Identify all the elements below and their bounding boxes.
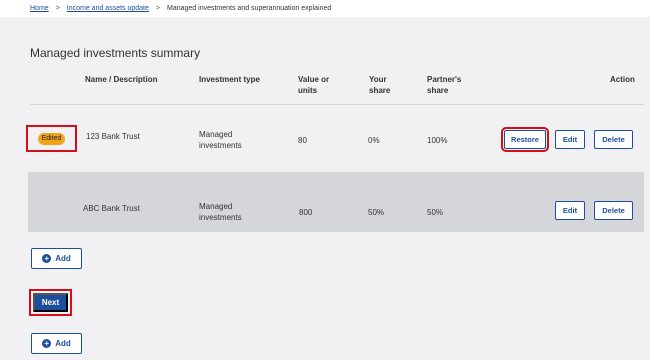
row-type-line1: Managed	[199, 130, 233, 139]
row-type-line1: Managed	[199, 202, 233, 211]
add-button-label: Add	[55, 254, 71, 263]
breadcrumb-separator: >	[155, 5, 160, 12]
breadcrumb-income-link[interactable]: Income and assets update	[67, 5, 149, 12]
header-value-line2: units	[298, 86, 318, 95]
table-header: Name / Description Investment type Value…	[0, 74, 650, 104]
header-your-share-line1: Your	[369, 75, 387, 84]
delete-button[interactable]: Delete	[594, 201, 633, 220]
breadcrumb-home-link[interactable]: Home	[30, 5, 49, 12]
add-button[interactable]: + Add	[31, 248, 82, 269]
edit-button[interactable]: Edit	[555, 201, 585, 220]
breadcrumb: Home > Income and assets update > Manage…	[0, 0, 650, 17]
status-badge: Edited	[37, 132, 66, 145]
next-button[interactable]: Next	[33, 293, 68, 312]
edited-badge-highlight: Edited	[26, 125, 77, 152]
header-your-share-line2: share	[369, 86, 391, 95]
row-partner-share: 100%	[427, 136, 448, 145]
add-button[interactable]: + Add	[31, 333, 82, 354]
row-value: 800	[299, 208, 313, 217]
restore-button[interactable]: Restore	[501, 127, 549, 152]
page-title: Managed investments summary	[30, 46, 201, 60]
plus-circle-icon: +	[42, 339, 52, 348]
row-type: Managed investments	[199, 129, 242, 151]
header-type: Investment type	[199, 75, 260, 84]
row-name: ABC Bank Trust	[83, 204, 140, 213]
add-button-label: Add	[55, 339, 71, 348]
row-value: 80	[298, 136, 307, 145]
header-value: Value or units	[298, 74, 329, 96]
header-action: Action	[610, 75, 635, 84]
row-your-share: 0%	[368, 136, 380, 145]
header-partner-share-line2: share	[427, 86, 449, 95]
row-name: 123 Bank Trust	[86, 132, 140, 141]
row-type-line2: investments	[199, 141, 242, 150]
breadcrumb-separator: >	[55, 5, 60, 12]
edit-button[interactable]: Edit	[555, 130, 585, 149]
header-your-share: Your share	[369, 74, 390, 96]
header-partner-share-line1: Partner's	[427, 75, 462, 84]
row-type-line2: investments	[199, 213, 242, 222]
delete-button[interactable]: Delete	[594, 130, 633, 149]
row-type: Managed investments	[199, 201, 242, 223]
row-partner-share: 50%	[427, 208, 444, 217]
header-divider	[30, 104, 644, 105]
row-your-share: 50%	[368, 208, 385, 217]
table-row: 123 Bank Trust Managed investments 80 0%…	[28, 106, 644, 170]
breadcrumb-current: Managed investments and superannuation e…	[167, 5, 332, 12]
header-partner-share: Partner's share	[427, 74, 461, 96]
header-name: Name / Description	[85, 75, 158, 84]
next-button-highlight: Next	[29, 289, 72, 316]
table-row: ABC Bank Trust Managed investments 800 5…	[28, 172, 644, 232]
header-value-line1: Value or	[298, 75, 330, 84]
plus-circle-icon: +	[42, 254, 52, 263]
